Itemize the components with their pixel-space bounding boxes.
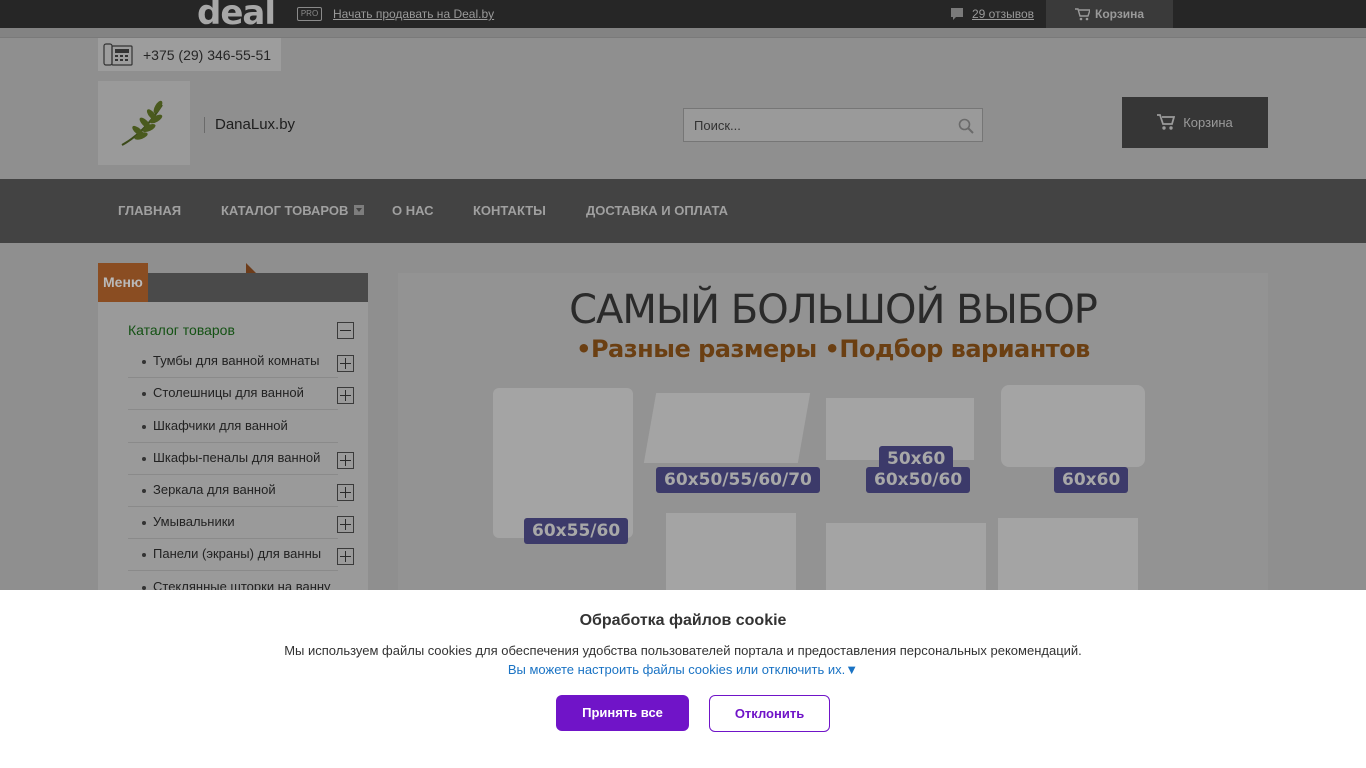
- sidebar-item-label: Столешницы для ванной: [153, 385, 304, 400]
- sidebar-item[interactable]: Панели (экраны) для ванны: [128, 539, 338, 571]
- bullet-icon: [142, 360, 146, 364]
- size-tag: 60x50/55/60/70: [656, 467, 820, 493]
- cookie-title: Обработка файлов cookie: [579, 612, 787, 629]
- sink-image: [643, 393, 811, 463]
- bullet-icon: [142, 553, 146, 557]
- cookie-settings-link[interactable]: Вы можете настроить файлы cookies или от…: [0, 662, 1366, 677]
- cart-icon: [1157, 114, 1176, 130]
- sidebar-item[interactable]: Умывальники: [128, 507, 338, 539]
- wheat-logo-icon: [121, 100, 163, 146]
- site-name: DanaLux.by: [204, 117, 295, 133]
- search-input[interactable]: [684, 109, 944, 141]
- sidebar-header: Меню: [98, 263, 368, 302]
- bullet-icon: [142, 457, 146, 461]
- search-icon[interactable]: [958, 118, 974, 134]
- nav-home[interactable]: ГЛАВНАЯ: [118, 203, 181, 218]
- bullet-icon: [142, 392, 146, 396]
- phone-number[interactable]: +375 (29) 346-55-51: [143, 47, 271, 63]
- accept-all-button[interactable]: Принять все: [556, 695, 689, 731]
- search-box: [683, 108, 983, 142]
- nav-about[interactable]: О НАС: [392, 203, 434, 218]
- sidebar-item[interactable]: Столешницы для ванной: [128, 378, 338, 410]
- main-nav: ГЛАВНАЯ КАТАЛОГ ТОВАРОВ О НАС КОНТАКТЫ Д…: [0, 179, 1366, 243]
- bullet-icon: [142, 521, 146, 525]
- washing-machine-sink-image: [493, 388, 633, 538]
- bullet-icon: [142, 489, 146, 493]
- size-tag: 60x55/60: [524, 518, 629, 544]
- site-logo[interactable]: [98, 81, 190, 165]
- cookie-text: Мы используем файлы cookies для обеспече…: [284, 643, 1082, 658]
- top-cart-label: Корзина: [1095, 7, 1145, 21]
- bullet-icon: [142, 425, 146, 429]
- cart-label: Корзина: [1183, 115, 1233, 130]
- sidebar-header-bar: [148, 273, 368, 302]
- sidebar-item[interactable]: Тумбы для ванной комнаты: [128, 346, 338, 378]
- sidebar-item-label: Зеркала для ванной: [153, 482, 276, 497]
- site-header: DanaLux.by Корзина: [0, 71, 1366, 179]
- collapse-icon[interactable]: [337, 322, 354, 339]
- sink-image: [1001, 385, 1145, 467]
- catalog-title[interactable]: Каталог товаров: [128, 322, 235, 338]
- sidebar-item-label: Тумбы для ванной комнаты: [153, 353, 320, 368]
- tab-fold: [246, 263, 256, 273]
- sidebar-item-label: Шкафы-пеналы для ванной: [153, 450, 321, 465]
- sidebar-item[interactable]: Шкафы-пеналы для ванной: [128, 443, 338, 475]
- reviews[interactable]: 29 отзывов: [950, 7, 1034, 21]
- cart-button[interactable]: Корзина: [1122, 97, 1268, 148]
- start-selling-link[interactable]: Начать продавать на Deal.by: [333, 7, 494, 21]
- size-tag: 60x60: [1054, 467, 1129, 493]
- nav-contacts[interactable]: КОНТАКТЫ: [473, 203, 546, 218]
- size-tag: 60x50/60: [866, 467, 971, 493]
- cart-icon: [1075, 7, 1090, 20]
- phone-icon: [103, 43, 133, 66]
- sidebar-item[interactable]: Зеркала для ванной: [128, 475, 338, 507]
- decline-button[interactable]: Отклонить: [709, 695, 830, 732]
- nav-delivery[interactable]: ДОСТАВКА И ОПЛАТА: [586, 203, 728, 218]
- cookie-banner: Обработка файлов cookie Мы используем фа…: [0, 590, 1366, 768]
- expand-icon[interactable]: [337, 355, 354, 372]
- sidebar-item-label: Шкафчики для ванной: [153, 418, 288, 433]
- divider-strip: [0, 28, 1366, 38]
- nav-catalog[interactable]: КАТАЛОГ ТОВАРОВ: [221, 203, 348, 218]
- sidebar-item-label: Панели (экраны) для ванны: [153, 546, 322, 561]
- promo-banner[interactable]: САМЫЙ БОЛЬШОЙ ВЫБОР •Разные размеры •Под…: [398, 273, 1268, 603]
- top-cart-button[interactable]: Корзина: [1046, 0, 1173, 28]
- chevron-down-icon[interactable]: [354, 205, 364, 215]
- phone-box[interactable]: +375 (29) 346-55-51: [98, 38, 281, 71]
- pro-badge: PRO: [297, 7, 322, 21]
- expand-icon[interactable]: [337, 516, 354, 533]
- banner-subtitle: •Разные размеры •Подбор вариантов: [576, 335, 1090, 363]
- comment-icon: [951, 8, 963, 20]
- expand-icon[interactable]: [337, 484, 354, 501]
- expand-icon[interactable]: [337, 452, 354, 469]
- reviews-link[interactable]: 29 отзывов: [972, 7, 1034, 21]
- menu-tab: Меню: [98, 263, 148, 302]
- expand-icon[interactable]: [337, 548, 354, 565]
- deal-logo[interactable]: deal: [197, 0, 275, 28]
- sidebar-item-label: Умывальники: [153, 514, 235, 529]
- top-bar: deal PRO Начать продавать на Deal.by 29 …: [0, 0, 1366, 28]
- banner-title: САМЫЙ БОЛЬШОЙ ВЫБОР: [569, 287, 1098, 333]
- sidebar: Каталог товаров Тумбы для ванной комнаты…: [98, 302, 368, 604]
- sidebar-item[interactable]: Шкафчики для ванной: [128, 411, 338, 443]
- expand-icon[interactable]: [337, 387, 354, 404]
